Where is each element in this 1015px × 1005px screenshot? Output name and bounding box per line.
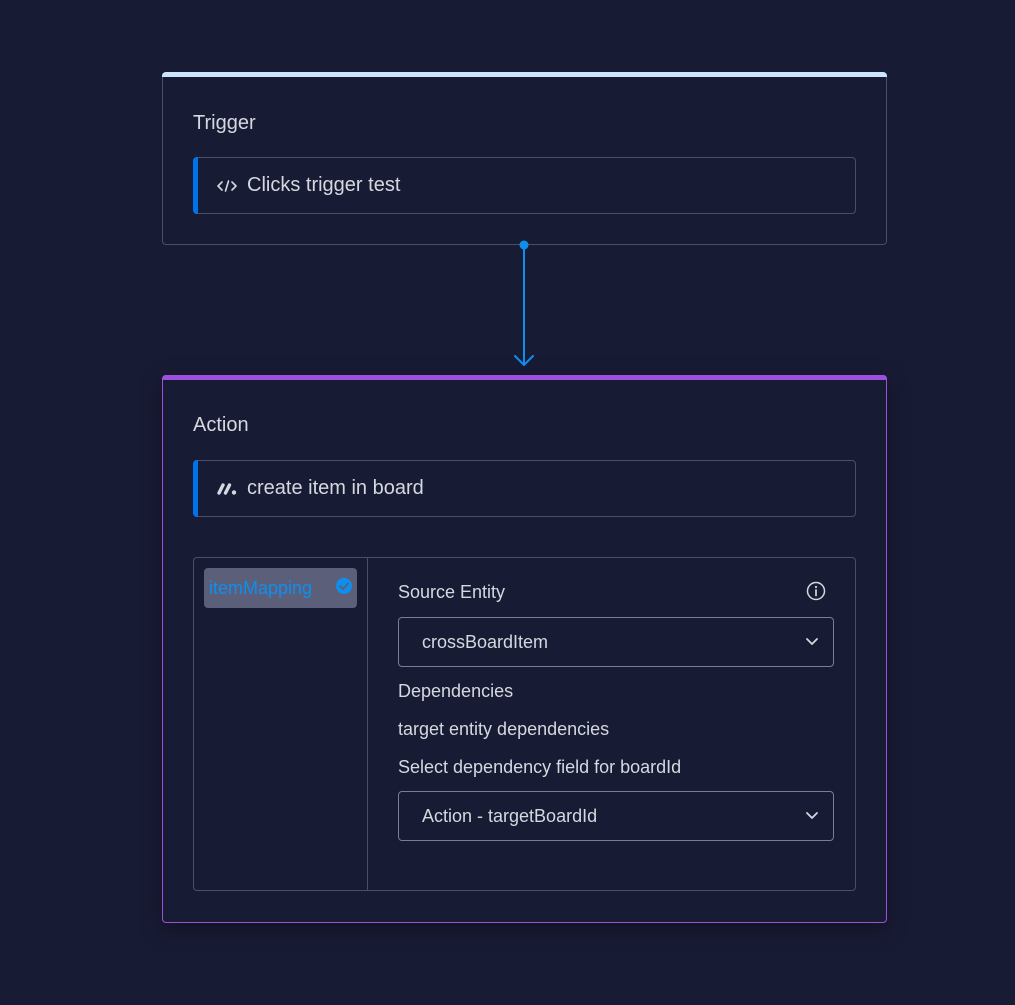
trigger-accent-bar: [162, 72, 887, 77]
source-entity-label: Source Entity: [398, 582, 506, 602]
dependency-field-value: Action - targetBoardId: [422, 805, 598, 826]
action-selector[interactable]: create item in board: [193, 460, 856, 517]
trigger-selector[interactable]: Clicks trigger test: [193, 157, 856, 214]
trigger-card: Trigger Clicks trigger test: [162, 72, 887, 245]
trigger-selector-label: Clicks trigger test: [247, 174, 401, 196]
mapping-panel: itemMapping Source Entity crossBoardItem: [193, 557, 856, 891]
trigger-title: Trigger: [193, 112, 256, 134]
select-dependency-label: Select dependency field for boardId: [398, 757, 682, 777]
target-dependencies-label: target entity dependencies: [398, 719, 610, 739]
code-icon: [216, 176, 238, 196]
info-icon[interactable]: [805, 580, 827, 602]
mapping-body: Source Entity crossBoardItem Dependencie…: [368, 558, 855, 890]
dependencies-label: Dependencies: [398, 681, 514, 701]
action-card: Action create item in board itemMapping: [162, 375, 887, 923]
action-selector-label: create item in board: [247, 477, 424, 499]
action-accent-bar: [162, 375, 887, 380]
source-entity-dropdown[interactable]: crossBoardItem: [398, 617, 834, 667]
tab-item-mapping[interactable]: itemMapping: [204, 568, 357, 608]
monday-logo-icon: [216, 479, 238, 499]
mapping-nav: itemMapping: [194, 558, 368, 890]
source-entity-value: crossBoardItem: [422, 631, 549, 652]
check-circle-icon: [335, 577, 353, 600]
dependency-field-dropdown[interactable]: Action - targetBoardId: [398, 791, 834, 841]
action-title: Action: [193, 414, 249, 436]
tab-item-mapping-label: itemMapping: [209, 577, 313, 598]
chevron-down-icon: [805, 807, 819, 825]
chevron-down-icon: [805, 633, 819, 651]
connector-arrow: [514, 240, 534, 366]
